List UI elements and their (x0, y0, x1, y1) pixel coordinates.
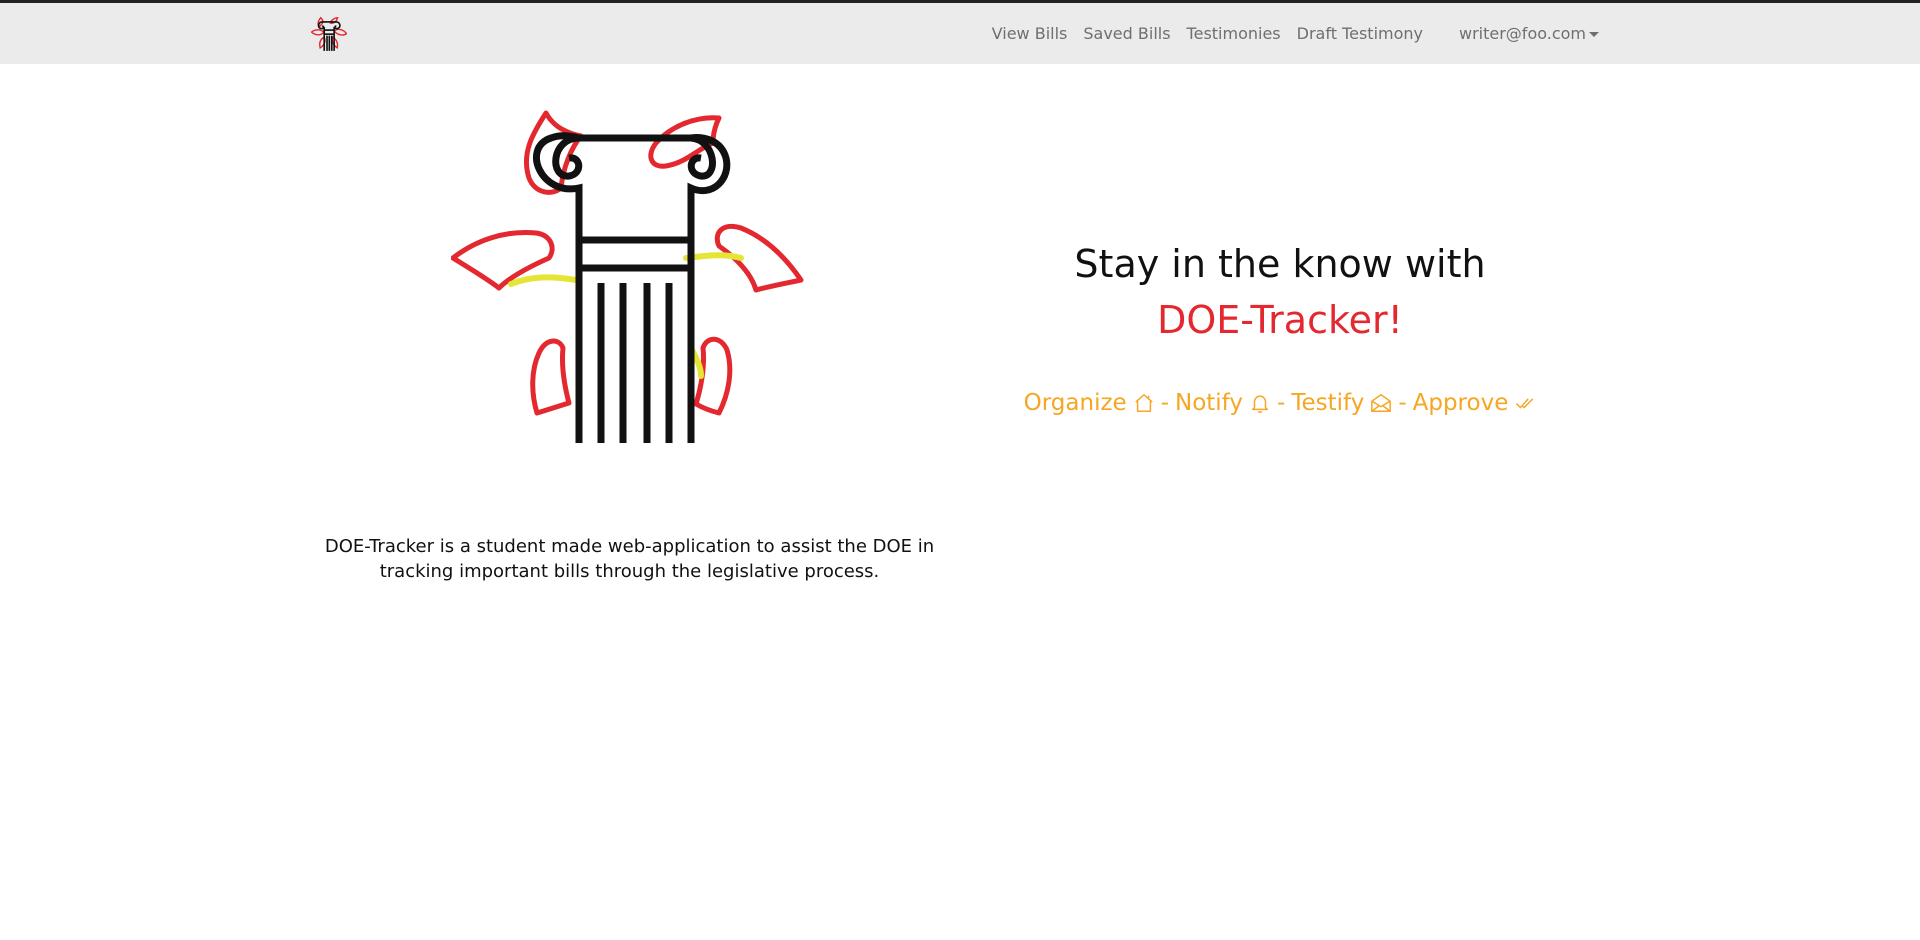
hero-headline: Stay in the know with (1074, 242, 1486, 286)
hero-brand-name: DOE-Tracker! (1157, 298, 1403, 342)
feature-notify-label: Notify (1175, 390, 1243, 416)
nav-link-draft-testimony[interactable]: Draft Testimony (1297, 24, 1423, 43)
app-description: DOE-Tracker is a student made web-applic… (324, 536, 935, 582)
nav-links: View Bills Saved Bills Testimonies Draft… (992, 3, 1599, 64)
feature-list: Organize - Notify - Testify - Approve (980, 390, 1580, 416)
bell-icon (1251, 395, 1269, 413)
navbar: View Bills Saved Bills Testimonies Draft… (0, 3, 1920, 64)
nav-link-testimonies[interactable]: Testimonies (1187, 24, 1281, 43)
house-icon (1134, 394, 1153, 412)
caret-down-icon (1589, 31, 1599, 37)
nav-link-saved-bills[interactable]: Saved Bills (1083, 24, 1170, 43)
hero-text: Stay in the know with DOE-Tracker! Organ… (980, 236, 1580, 416)
feature-approve-label: Approve (1412, 390, 1509, 416)
feature-separator: - (1398, 390, 1407, 416)
navbar-container: View Bills Saved Bills Testimonies Draft… (311, 3, 1599, 64)
envelope-open-icon (1371, 394, 1392, 412)
doe-tracker-logo-icon[interactable] (311, 16, 347, 52)
feature-separator: - (1277, 390, 1286, 416)
feature-organize-label: Organize (1023, 390, 1127, 416)
feature-separator: - (1160, 390, 1169, 416)
doe-tracker-pillar-flower-logo (451, 110, 804, 443)
check-all-icon (1516, 398, 1534, 409)
nav-link-view-bills[interactable]: View Bills (992, 24, 1068, 43)
feature-testify-label: Testify (1291, 390, 1365, 416)
user-dropdown[interactable]: writer@foo.com (1459, 24, 1599, 43)
user-email: writer@foo.com (1459, 24, 1586, 43)
